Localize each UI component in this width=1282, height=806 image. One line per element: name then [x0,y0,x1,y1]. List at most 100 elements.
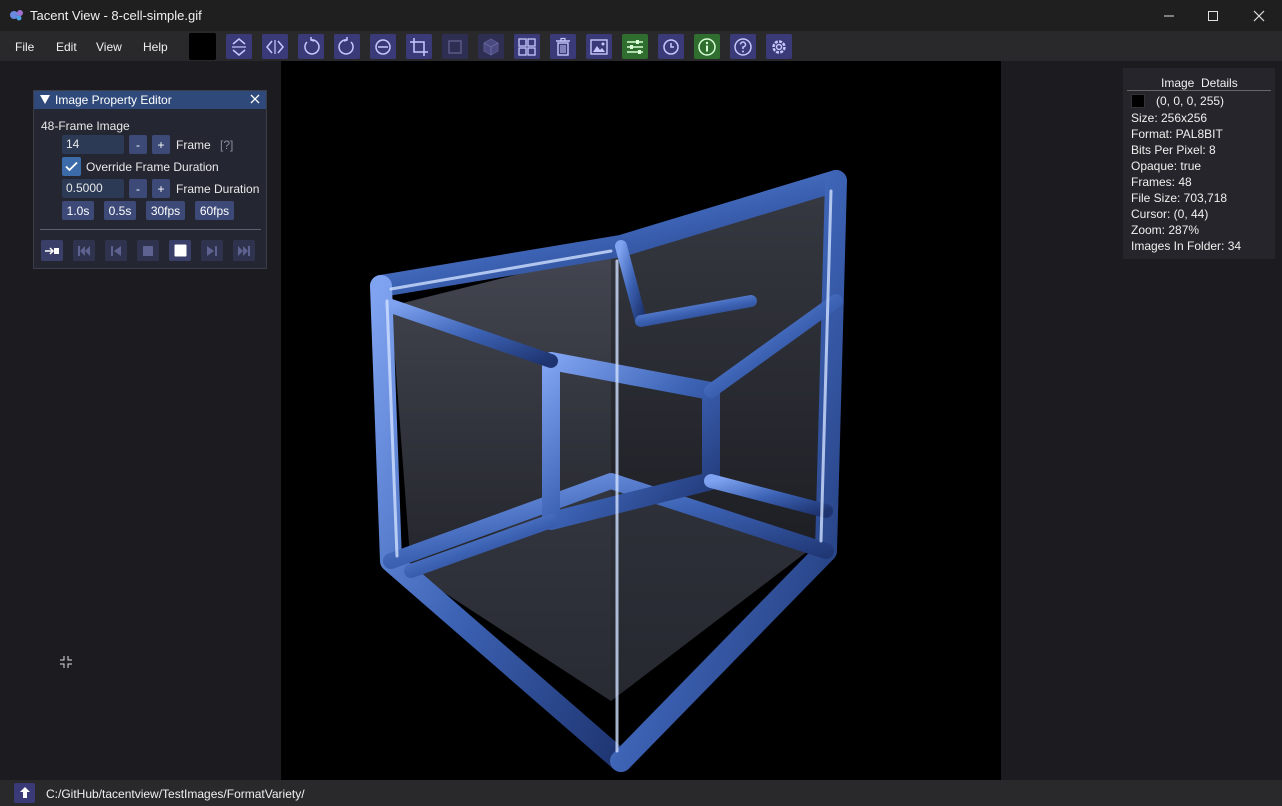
frame-input[interactable]: 14 [62,135,124,154]
maximize-button[interactable] [1190,0,1236,31]
thumbnail-grid-button[interactable] [514,34,540,59]
minimize-icon [1164,15,1174,16]
delete-button[interactable] [550,34,576,59]
loop-icon [45,246,59,255]
help-icon [734,37,752,56]
status-bar: C:/GitHub/tacentview/TestImages/FormatVa… [0,780,1282,806]
image-property-editor: Image Property Editor 48-Frame Image 14 … [33,90,267,269]
save-image-icon [590,38,608,55]
detail-images-in-folder: Images In Folder: 34 [1131,239,1242,253]
cube-icon [483,37,499,56]
menu-edit[interactable]: Edit [56,40,77,54]
info-button[interactable] [694,34,720,59]
frame-duration-input[interactable]: 0.5000 [62,179,124,198]
frame-duration-label: Frame Duration [176,182,260,196]
frame-decrement-button[interactable]: - [129,135,147,154]
detail-file-size: File Size: 703,718 [1131,191,1228,205]
step-back-button[interactable] [105,240,127,261]
tile-icon [448,39,462,54]
maximize-icon [1208,10,1218,21]
pixel-color-value: (0, 0, 0, 255) [1156,94,1225,108]
checkmark-icon [65,161,78,172]
rotate-ccw-button[interactable] [298,34,324,59]
detail-frames: Frames: 48 [1131,175,1192,189]
skip-to-start-button[interactable] [73,240,95,261]
step-forward-button[interactable] [201,240,223,261]
property-editor-button[interactable] [622,34,648,59]
stop-button[interactable] [137,240,159,261]
menu-help[interactable]: Help [143,40,168,54]
detail-opaque: Opaque: true [1131,159,1202,173]
frame-increment-button[interactable]: + [152,135,170,154]
panel-divider [40,229,261,230]
loop-button[interactable] [41,240,63,261]
property-editor-icon [627,39,643,54]
duration-decrement-button[interactable]: - [129,179,147,198]
trash-icon [556,37,570,56]
image-details-panel: Image Details (0, 0, 0, 255) Size: 256x2… [1123,68,1275,259]
image-view[interactable] [281,61,1001,780]
detail-size: Size: 256x256 [1131,111,1208,125]
frame-label: Frame [176,138,211,152]
hypercube-image [370,170,847,773]
collapse-triangle-icon[interactable] [40,95,50,104]
play-pause-icon [174,244,186,257]
skip-to-end-icon [238,245,250,256]
override-duration-label: Override Frame Duration [86,160,219,174]
skip-to-end-button[interactable] [233,240,255,261]
rotate-cw-icon [338,36,354,55]
property-editor-header[interactable]: Image Property Editor [34,91,266,109]
window-title: Tacent View - 8-cell-simple.gif [30,8,202,23]
preset-60fps-button[interactable]: 60fps [195,201,234,220]
step-back-icon [111,245,121,256]
stop-icon [143,245,153,256]
settings-gear-icon [772,39,786,54]
rotate-cw-button[interactable] [334,34,360,59]
rotate-theta-icon [375,38,391,55]
image-type-label: 48-Frame Image [41,119,130,133]
flip-vertical-button[interactable] [226,34,252,59]
save-image-button[interactable] [586,34,612,59]
current-folder-path: C:/GitHub/tacentview/TestImages/FormatVa… [46,787,305,801]
preset-05s-button[interactable]: 0.5s [104,201,136,220]
minimize-button[interactable] [1146,0,1192,31]
flip-horizontal-icon [266,39,284,54]
close-window-button[interactable] [1236,0,1282,31]
frame-help-marker[interactable]: [?] [220,138,233,152]
crosshair-cursor-icon [60,656,72,668]
property-editor-title: Image Property Editor [55,93,172,107]
cube-button[interactable] [478,34,504,59]
help-button[interactable] [730,34,756,59]
thumbnail-grid-icon [518,37,536,56]
close-icon[interactable] [249,93,261,105]
menu-file[interactable]: File [15,40,34,54]
detail-bpp: Bits Per Pixel: 8 [1131,143,1216,157]
menu-view[interactable]: View [96,40,122,54]
crop-button[interactable] [406,34,432,59]
details-header: Image Details [1161,76,1238,90]
rotate-theta-button[interactable] [370,34,396,59]
window-title-bar: Tacent View - 8-cell-simple.gif [0,0,1282,31]
override-duration-checkbox[interactable] [62,157,81,176]
background-color-swatch[interactable] [189,33,216,60]
flip-horizontal-button[interactable] [262,34,288,59]
app-logo-icon [10,10,23,21]
info-icon [698,37,716,56]
duration-increment-button[interactable]: + [152,179,170,198]
tile-button[interactable] [442,34,468,59]
refresh-button[interactable] [658,34,684,59]
detail-zoom: Zoom: 287% [1131,223,1200,237]
preset-1s-button[interactable]: 1.0s [62,201,94,220]
up-folder-icon [19,787,30,798]
play-pause-button[interactable] [169,240,191,261]
settings-button[interactable] [766,34,792,59]
skip-to-start-icon [78,245,90,256]
preset-30fps-button[interactable]: 30fps [146,201,185,220]
flip-vertical-icon [232,37,246,56]
details-header-divider [1127,90,1271,91]
up-folder-button[interactable] [14,783,35,803]
detail-format: Format: PAL8BIT [1131,127,1223,141]
refresh-icon [663,38,679,55]
rotate-ccw-icon [304,36,320,55]
pixel-color-swatch [1131,94,1145,108]
